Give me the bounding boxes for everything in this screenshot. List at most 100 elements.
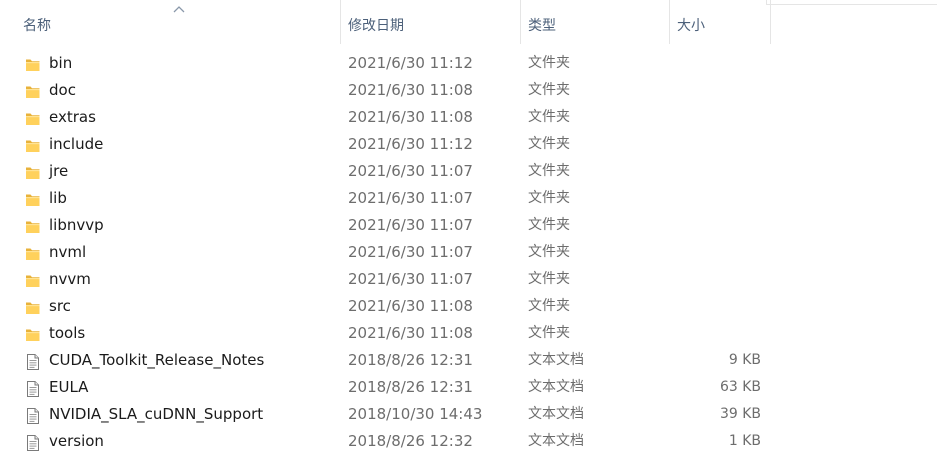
file-size (668, 77, 761, 104)
file-modified-date: 2021/6/30 11:08 (348, 297, 473, 315)
file-row-src[interactable]: src 2021/6/30 11:08 文件夹 (0, 293, 937, 320)
file-name: jre (49, 162, 69, 180)
folder-icon (24, 298, 42, 316)
file-modified-date: 2021/6/30 11:12 (348, 135, 473, 153)
folder-icon (24, 136, 42, 154)
file-list: bin 2021/6/30 11:12 文件夹 doc 2021/6/30 11… (0, 50, 937, 455)
file-size (668, 266, 761, 293)
column-header-size-label: 大小 (677, 18, 705, 34)
file-row-doc[interactable]: doc 2021/6/30 11:08 文件夹 (0, 77, 937, 104)
column-header-date[interactable]: 修改日期 (341, 0, 521, 44)
file-type: 文件夹 (528, 325, 570, 341)
file-type: 文件夹 (528, 244, 570, 260)
file-type: 文本文档 (528, 433, 584, 449)
file-name: bin (49, 54, 73, 72)
file-type: 文件夹 (528, 82, 570, 98)
folder-icon (24, 82, 42, 100)
text-document-icon (24, 406, 42, 424)
file-type: 文本文档 (528, 379, 584, 395)
file-size (668, 131, 761, 158)
file-row-tools[interactable]: tools 2021/6/30 11:08 文件夹 (0, 320, 937, 347)
file-modified-date: 2021/6/30 11:07 (348, 162, 473, 180)
file-size: 1 KB (728, 433, 761, 449)
file-name: extras (49, 108, 96, 126)
file-size: 63 KB (719, 379, 761, 395)
file-modified-date: 2021/6/30 11:08 (348, 108, 473, 126)
text-document-icon (24, 352, 42, 370)
column-header-size[interactable]: 大小 (670, 0, 770, 44)
file-modified-date: 2021/6/30 11:07 (348, 216, 473, 234)
file-size (668, 185, 761, 212)
file-type: 文件夹 (528, 271, 570, 287)
folder-icon (24, 163, 42, 181)
file-row-nvidia-sla-cudnn-support[interactable]: NVIDIA_SLA_cuDNN_Support 2018/10/30 14:4… (0, 401, 937, 428)
file-type: 文件夹 (528, 190, 570, 206)
file-modified-date: 2021/6/30 11:07 (348, 189, 473, 207)
file-row-include[interactable]: include 2021/6/30 11:12 文件夹 (0, 131, 937, 158)
file-size (668, 104, 761, 131)
file-size (668, 158, 761, 185)
header-scroll-edge (766, 0, 937, 5)
file-row-version[interactable]: version 2018/8/26 12:32 文本文档 1 KB (0, 428, 937, 455)
file-type: 文件夹 (528, 217, 570, 233)
file-size: 39 KB (719, 406, 761, 422)
file-modified-date: 2021/6/30 11:08 (348, 81, 473, 99)
file-modified-date: 2018/8/26 12:31 (348, 351, 473, 369)
file-type: 文件夹 (528, 109, 570, 125)
file-modified-date: 2021/6/30 11:07 (348, 270, 473, 288)
file-name: doc (49, 81, 76, 99)
folder-icon (24, 217, 42, 235)
file-name: libnvvp (49, 216, 104, 234)
folder-icon (24, 55, 42, 73)
folder-icon (24, 271, 42, 289)
file-name: NVIDIA_SLA_cuDNN_Support (49, 405, 264, 423)
file-modified-date: 2021/6/30 11:08 (348, 324, 473, 342)
file-size (668, 320, 761, 347)
file-modified-date: 2018/8/26 12:31 (348, 378, 473, 396)
column-header-bar: 名称 修改日期 类型 大小 (0, 0, 937, 44)
file-type: 文件夹 (528, 55, 570, 71)
folder-icon (24, 190, 42, 208)
column-header-type[interactable]: 类型 (521, 0, 670, 44)
file-row-jre[interactable]: jre 2021/6/30 11:07 文件夹 (0, 158, 937, 185)
file-name: nvml (49, 243, 87, 261)
file-type: 文件夹 (528, 136, 570, 152)
file-size (668, 239, 761, 266)
file-name: lib (49, 189, 67, 207)
file-modified-date: 2021/6/30 11:12 (348, 54, 473, 72)
file-row-lib[interactable]: lib 2021/6/30 11:07 文件夹 (0, 185, 937, 212)
file-row-libnvvp[interactable]: libnvvp 2021/6/30 11:07 文件夹 (0, 212, 937, 239)
file-row-nvvm[interactable]: nvvm 2021/6/30 11:07 文件夹 (0, 266, 937, 293)
file-size (668, 293, 761, 320)
column-header-name-label: 名称 (23, 18, 51, 34)
file-name: version (49, 432, 104, 450)
file-size (668, 50, 761, 77)
file-type: 文件夹 (528, 298, 570, 314)
column-header-type-label: 类型 (528, 18, 556, 34)
file-row-bin[interactable]: bin 2021/6/30 11:12 文件夹 (0, 50, 937, 77)
sort-ascending-icon (173, 6, 185, 13)
file-name: tools (49, 324, 86, 342)
file-type: 文本文档 (528, 352, 584, 368)
file-modified-date: 2018/10/30 14:43 (348, 405, 483, 423)
file-modified-date: 2021/6/30 11:07 (348, 243, 473, 261)
folder-icon (24, 244, 42, 262)
file-row-cuda-toolkit-release-notes[interactable]: CUDA_Toolkit_Release_Notes 2018/8/26 12:… (0, 347, 937, 374)
file-size: 9 KB (728, 352, 761, 368)
file-modified-date: 2018/8/26 12:32 (348, 432, 473, 450)
file-name: EULA (49, 378, 89, 396)
file-type: 文本文档 (528, 406, 584, 422)
file-explorer-list-view: 名称 修改日期 类型 大小 bin 2021/6/30 11:12 文件夹 do… (0, 0, 937, 473)
file-row-extras[interactable]: extras 2021/6/30 11:08 文件夹 (0, 104, 937, 131)
text-document-icon (24, 379, 42, 397)
column-header-date-label: 修改日期 (348, 18, 404, 34)
column-divider[interactable] (770, 0, 771, 44)
file-row-eula[interactable]: EULA 2018/8/26 12:31 文本文档 63 KB (0, 374, 937, 401)
text-document-icon (24, 433, 42, 451)
file-name: src (49, 297, 71, 315)
file-name: include (49, 135, 104, 153)
file-size (668, 212, 761, 239)
file-row-nvml[interactable]: nvml 2021/6/30 11:07 文件夹 (0, 239, 937, 266)
file-name: CUDA_Toolkit_Release_Notes (49, 351, 265, 369)
file-type: 文件夹 (528, 163, 570, 179)
